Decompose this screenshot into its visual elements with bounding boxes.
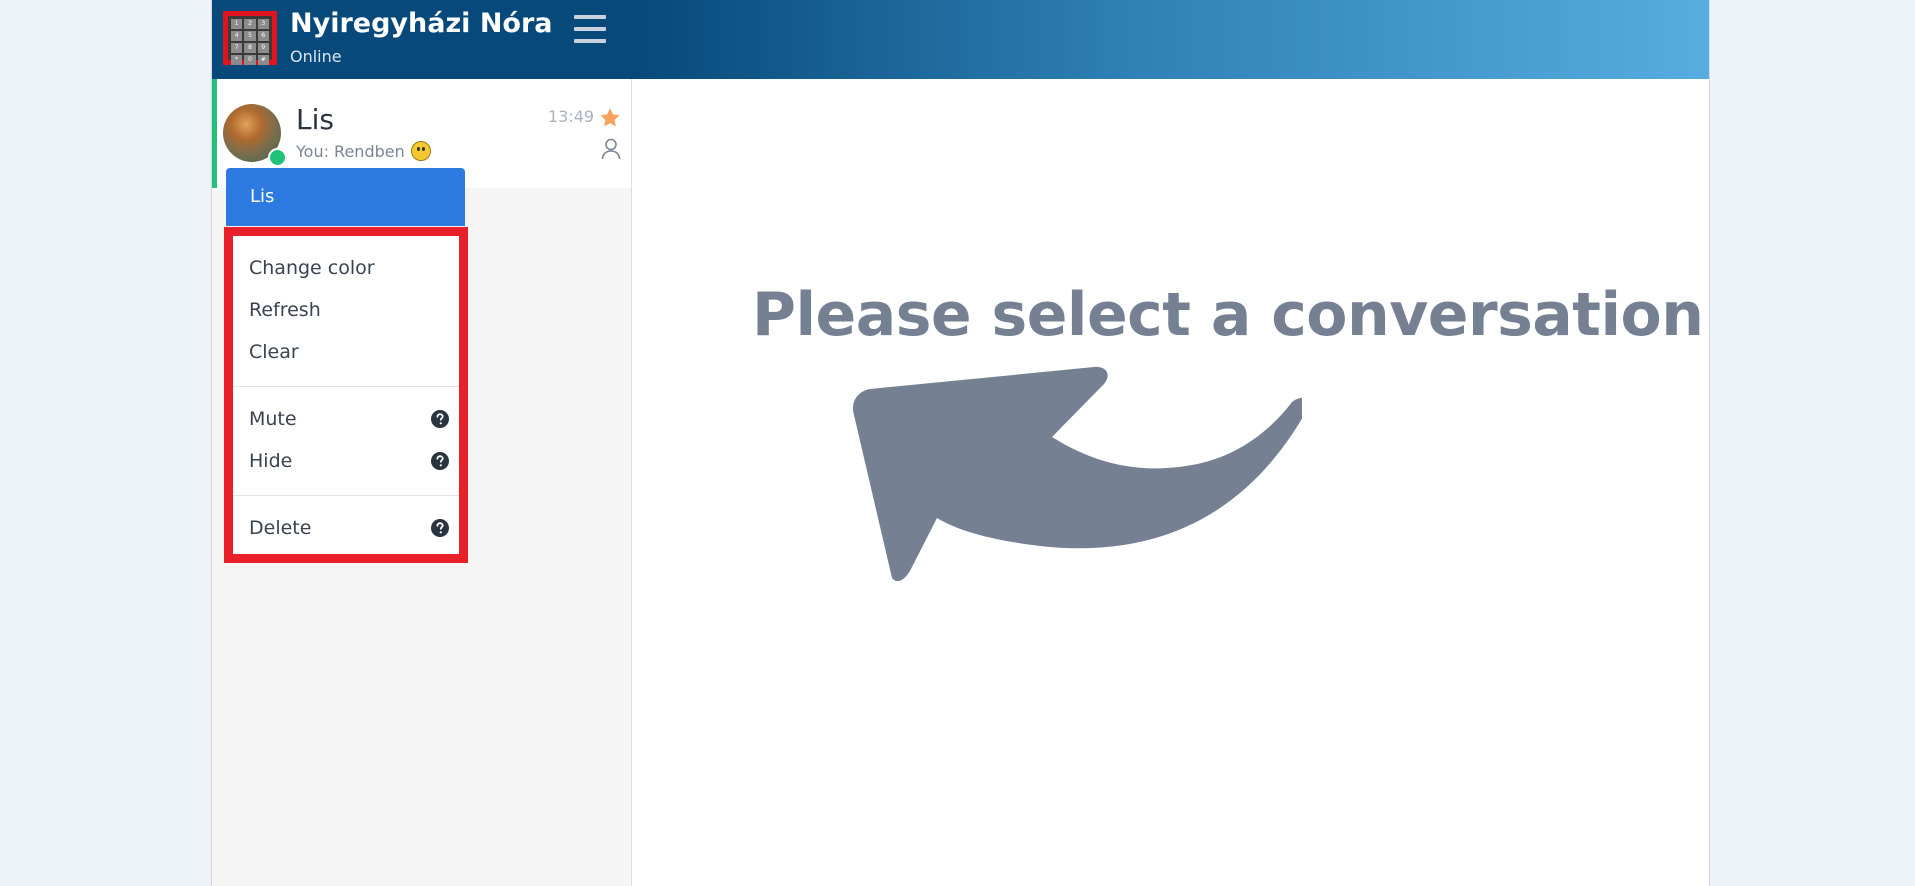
main-header <box>631 0 1709 79</box>
menu-item-mute-label: Mute <box>249 408 297 430</box>
menu-item-change-color[interactable]: Change color <box>249 255 449 281</box>
keypad-logo-icon[interactable]: 1 2 3 4 5 6 7 8 9 * 0 # <box>223 11 277 65</box>
keypad-key: 5 <box>244 31 256 41</box>
user-status: Online <box>290 47 342 66</box>
star-icon[interactable] <box>599 107 621 129</box>
context-menu: Change color Refresh Clear Mute Hide Del… <box>224 227 468 563</box>
keypad-key: 7 <box>231 43 243 53</box>
person-icon[interactable] <box>601 138 621 160</box>
keypad-key: 9 <box>257 43 269 53</box>
keypad-key: # <box>257 55 269 65</box>
user-name: Nyiregyházi Nóra <box>290 8 553 39</box>
keypad-key: 8 <box>244 43 256 53</box>
smiley-emoji-icon <box>410 141 431 161</box>
keypad-key: 6 <box>257 31 269 41</box>
question-circle-icon[interactable] <box>431 410 449 428</box>
sidebar-header: 1 2 3 4 5 6 7 8 9 * 0 # Nyiregyházi Nóra Online <box>212 0 631 79</box>
keypad-key: 0 <box>244 55 256 65</box>
keypad-key: 1 <box>231 19 243 29</box>
curved-arrow-icon <box>853 366 1302 582</box>
conversation-name: Lis <box>296 103 334 136</box>
question-circle-icon[interactable] <box>431 519 449 537</box>
menu-divider <box>233 495 459 496</box>
menu-item-delete[interactable]: Delete <box>249 515 449 541</box>
sidebar: 1 2 3 4 5 6 7 8 9 * 0 # Nyiregyházi Nóra Online Lis… <box>212 0 632 886</box>
context-menu-header: Lis <box>226 168 465 226</box>
preview-text: You: Rendben <box>296 141 405 161</box>
keypad-grid: 1 2 3 4 5 6 7 8 9 * 0 # <box>228 16 272 65</box>
keypad-key: 2 <box>244 19 256 29</box>
conversation-time: 13:49 <box>548 107 595 126</box>
keypad-key: 4 <box>231 31 243 41</box>
menu-item-mute[interactable]: Mute <box>249 406 449 432</box>
menu-item-hide-label: Hide <box>249 450 293 472</box>
context-menu-title: Lis <box>250 186 275 207</box>
menu-divider <box>233 386 459 387</box>
menu-item-clear[interactable]: Clear <box>249 339 449 365</box>
app-window: 1 2 3 4 5 6 7 8 9 * 0 # Nyiregyházi Nóra Online Lis… <box>211 0 1710 886</box>
keypad-key: * <box>231 55 243 65</box>
menu-item-delete-label: Delete <box>249 517 312 539</box>
menu-item-hide[interactable]: Hide <box>249 448 449 474</box>
select-conversation-message: Please select a conversation <box>752 280 1704 350</box>
online-indicator <box>268 148 287 167</box>
keypad-key: 3 <box>257 19 269 29</box>
question-circle-icon[interactable] <box>431 452 449 470</box>
conversation-preview: You: Rendben <box>296 141 431 161</box>
menu-item-refresh[interactable]: Refresh <box>249 297 449 323</box>
hamburger-menu-icon[interactable] <box>574 15 606 43</box>
